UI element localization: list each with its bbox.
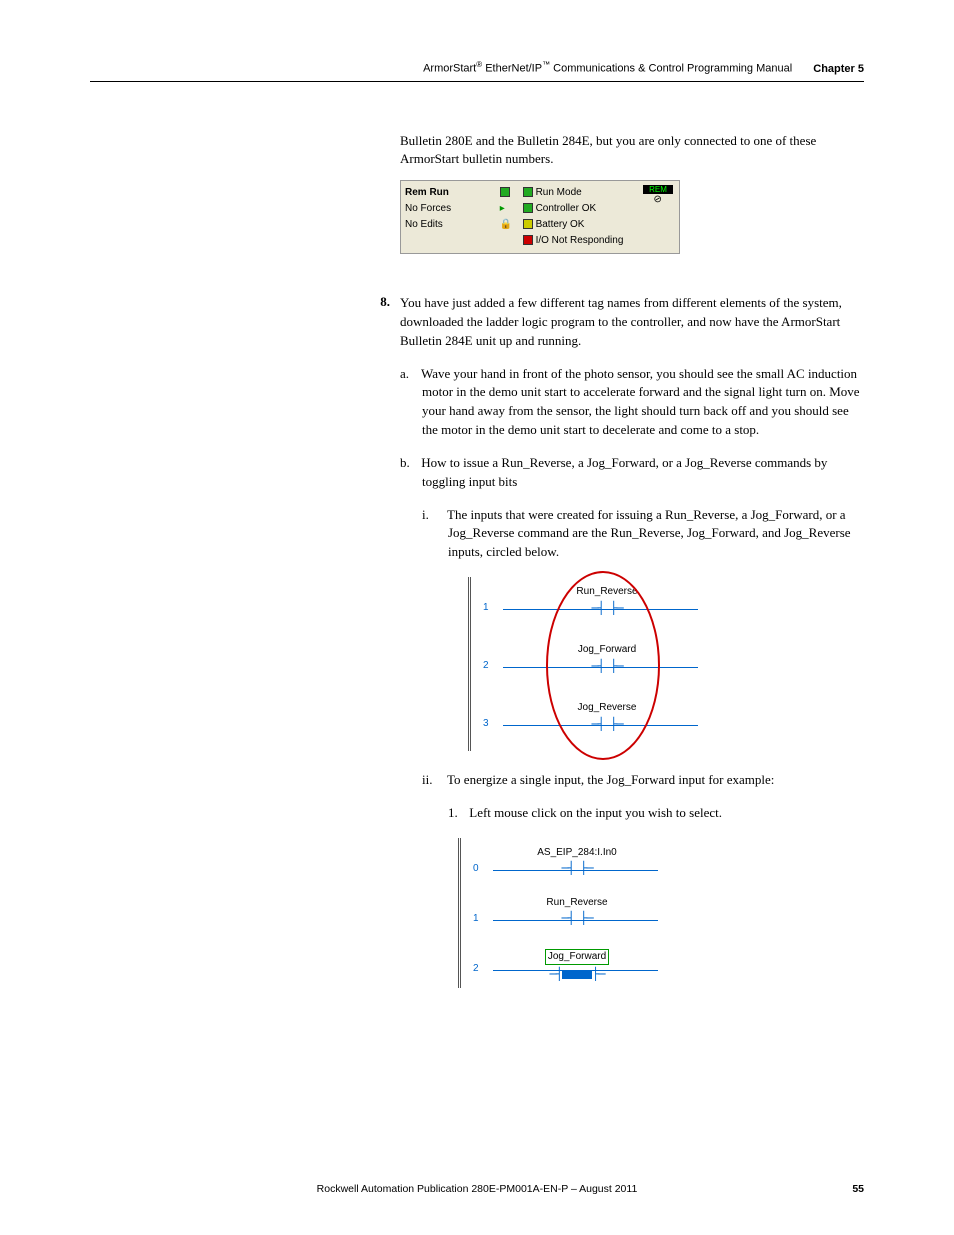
sub-b-i-text: The inputs that were created for issuing… [447, 507, 851, 560]
status-no-forces: No Forces [405, 201, 497, 217]
sub-b-text: How to issue a Run_Reverse, a Jog_Forwar… [421, 455, 827, 489]
status-battery-ok: Battery OK [536, 219, 585, 230]
sub-b-ii-text: To energize a single input, the Jog_Forw… [447, 772, 774, 787]
rung-number: 0 [473, 862, 479, 877]
contact-label: Run_Reverse [517, 896, 637, 911]
selected-contact-icon: ─┤├─ [517, 965, 637, 984]
ladder-diagram-circled: 1 Run_Reverse ─┤ ├─ 2 [468, 577, 698, 751]
key-switch-icon: ⊖ [650, 192, 666, 208]
contact-icon: ─┤ ├─ [547, 658, 667, 675]
run-indicator-icon [500, 187, 510, 197]
play-icon: ▸ [500, 203, 505, 214]
ladder-diagram-selection: 0 AS_EIP_284:I.In0 ─┤ ├─ 1 [458, 838, 658, 988]
square-icon [523, 219, 533, 229]
contact-icon: ─┤ ├─ [547, 600, 667, 617]
step-number: 8. [360, 294, 400, 1008]
sub-a-label: a. [400, 365, 418, 384]
lock-icon: 🔒 [500, 219, 512, 230]
step-text: You have just added a few different tag … [400, 295, 842, 348]
square-icon [523, 235, 533, 245]
status-io-not-responding: I/O Not Responding [536, 235, 624, 246]
rung-number: 1 [483, 601, 489, 616]
sub-b-ii-1-text: Left mouse click on the input you wish t… [469, 805, 722, 820]
controller-status-panel: Rem Run No Forces No Edits ▸ 🔒 Run Mode … [400, 180, 680, 254]
header-chapter: Chapter 5 [813, 63, 864, 75]
page-number: 55 [852, 1183, 864, 1195]
status-no-edits: No Edits [405, 217, 497, 233]
rem-key-badge: REM ⊖ [643, 185, 673, 205]
contact-label: Jog_Forward [547, 643, 667, 658]
square-icon [523, 203, 533, 213]
contact-label: Run_Reverse [547, 585, 667, 600]
rung-number: 2 [473, 962, 479, 977]
header-rest: Communications & Control Programming Man… [550, 63, 792, 75]
contact-icon: ─┤ ├─ [517, 860, 637, 877]
status-run-mode: Run Mode [536, 187, 582, 198]
intro-paragraph: Bulletin 280E and the Bulletin 284E, but… [400, 132, 864, 168]
status-rem-run: Rem Run [405, 187, 449, 198]
contact-label: AS_EIP_284:I.In0 [517, 846, 637, 861]
page-header: ArmorStart® EtherNet/IP™ Communications … [90, 60, 864, 82]
sub-b-ii-label: ii. [422, 771, 444, 790]
contact-icon: ─┤ ├─ [517, 910, 637, 927]
header-protocol: EtherNet/IP [482, 63, 542, 75]
sub-b-i-label: i. [422, 506, 444, 525]
sub-a-text: Wave your hand in front of the photo sen… [421, 366, 860, 438]
header-product: ArmorStart [423, 63, 476, 75]
rung-number: 2 [483, 659, 489, 674]
sub-b-label: b. [400, 454, 418, 473]
status-controller-ok: Controller OK [536, 203, 597, 214]
contact-label-selected: Jog_Forward [545, 949, 609, 966]
rung-number: 3 [483, 717, 489, 732]
contact-label: Jog_Reverse [547, 701, 667, 716]
sub-b-ii-1-label: 1. [448, 804, 466, 823]
contact-icon: ─┤ ├─ [547, 716, 667, 733]
rung-number: 1 [473, 912, 479, 927]
square-icon [523, 187, 533, 197]
page-footer: Rockwell Automation Publication 280E-PM0… [90, 1183, 864, 1195]
footer-text: Rockwell Automation Publication 280E-PM0… [317, 1183, 638, 1195]
header-tm: ™ [542, 60, 550, 69]
